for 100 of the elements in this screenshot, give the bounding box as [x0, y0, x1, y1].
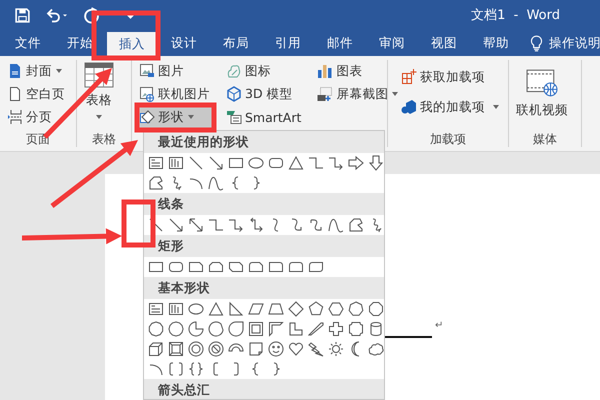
curved-double-arrow-icon[interactable] [308, 217, 324, 233]
undo-icon[interactable] [45, 6, 69, 24]
double-brace-icon[interactable] [188, 361, 204, 377]
elbow-double-arrow-icon[interactable] [248, 217, 264, 233]
ribbon-button[interactable]: 图片 [136, 60, 213, 82]
ribbon-button[interactable]: 联机图片 [136, 83, 213, 105]
ribbon-tab[interactable]: 引用 [263, 30, 313, 56]
rounded-rectangle-icon[interactable] [168, 259, 184, 275]
text-box-icon[interactable] [148, 155, 164, 171]
lightning-icon[interactable] [308, 341, 324, 357]
ribbon-button[interactable]: 分页 [4, 106, 72, 128]
annotation-box [92, 10, 160, 60]
rectangle-icon[interactable] [148, 259, 164, 275]
cloud-icon[interactable] [368, 341, 384, 357]
online-picture-icon [139, 86, 155, 102]
no-symbol-icon[interactable] [208, 341, 224, 357]
section-heading: 矩形 [144, 235, 384, 257]
group-label: 加载项 [429, 131, 467, 147]
arrow-icon[interactable] [168, 217, 184, 233]
text-box-icon[interactable] [148, 301, 164, 317]
right-triangle-icon[interactable] [228, 301, 244, 317]
diagonal-stripe-icon[interactable] [308, 321, 324, 337]
smiley-icon[interactable] [268, 341, 284, 357]
donut-icon[interactable] [188, 341, 204, 357]
lightbulb-icon[interactable] [530, 34, 543, 52]
dodecagon-icon[interactable] [168, 321, 184, 337]
freeform-icon[interactable] [348, 217, 364, 233]
ribbon-tab[interactable]: 文件 [3, 30, 53, 56]
oval-icon[interactable] [248, 155, 264, 171]
rounded-rectangle-icon[interactable] [268, 155, 284, 171]
save-icon[interactable] [14, 6, 31, 24]
shapes-icon [139, 109, 155, 125]
drawn-line [385, 336, 432, 338]
ribbon-button[interactable]: 封面 [4, 60, 72, 82]
section-heading: 箭头总汇 [144, 379, 384, 399]
ribbon-button[interactable]: 图标 [223, 60, 304, 82]
screenshot-icon [317, 86, 334, 102]
one-round-rectangle-icon[interactable] [268, 259, 284, 275]
folded-corner-icon[interactable] [248, 341, 264, 357]
diamond-icon[interactable] [288, 301, 304, 317]
elbow-connector-icon[interactable] [308, 155, 324, 171]
ribbon-button[interactable]: 空白页 [4, 83, 72, 105]
heart-icon[interactable] [288, 341, 304, 357]
group-label: 表格 [91, 131, 117, 147]
teardrop-icon[interactable] [228, 321, 244, 337]
double-bracket-icon[interactable] [168, 361, 184, 377]
sun-icon[interactable] [328, 341, 344, 357]
ribbon-tab[interactable]: 开始 [55, 30, 105, 56]
elbow-arrow-icon[interactable] [228, 217, 244, 233]
vertical-text-box-icon[interactable] [168, 301, 184, 317]
line-icon[interactable] [148, 217, 164, 233]
picture-icon [139, 63, 155, 79]
ribbon-button[interactable]: SmartArt [223, 106, 304, 128]
cover-page-icon [7, 63, 23, 79]
down-arrow-block-icon[interactable] [368, 155, 384, 171]
l-shape-icon[interactable] [288, 321, 304, 337]
double-arrow-icon[interactable] [188, 217, 204, 233]
redo-icon[interactable] [83, 6, 100, 24]
right-arrow-block-icon[interactable] [348, 155, 364, 171]
page-break-icon [7, 109, 23, 125]
ribbon-tab[interactable]: 布局 [211, 30, 261, 56]
oval-icon[interactable] [188, 301, 204, 317]
heptagon-icon[interactable] [348, 301, 364, 317]
ribbon-button[interactable]: 3D 模型 [223, 83, 304, 105]
ribbon-tab[interactable]: 设计 [159, 30, 209, 56]
ribbon-tab[interactable]: 插入 [107, 32, 157, 56]
decagon-icon[interactable] [148, 321, 164, 337]
triangle-icon[interactable] [208, 301, 224, 317]
pie-icon[interactable] [188, 321, 204, 337]
cube-icon[interactable] [148, 341, 164, 357]
hexagon-icon[interactable] [328, 301, 344, 317]
section-heading: 基本形状 [144, 277, 384, 299]
plaque-icon[interactable] [348, 321, 364, 337]
online-video-button[interactable]: 联机视频 [513, 60, 571, 131]
octagon-icon[interactable] [368, 301, 384, 317]
half-frame-icon[interactable] [268, 321, 284, 337]
bevel-icon[interactable] [168, 341, 184, 357]
tell-me-field[interactable]: 操作说明 [549, 34, 600, 52]
frame-icon[interactable] [248, 321, 264, 337]
chord-icon[interactable] [208, 321, 224, 337]
rectangle-icon[interactable] [228, 155, 244, 171]
curve-icon[interactable] [328, 217, 344, 233]
arrow-icon[interactable] [208, 155, 224, 171]
ribbon-tab[interactable]: 邮件 [315, 30, 365, 56]
ribbon-tab[interactable]: 视图 [419, 30, 469, 56]
cross-icon[interactable] [328, 321, 344, 337]
triangle-icon[interactable] [288, 155, 304, 171]
trapezoid-icon[interactable] [268, 301, 284, 317]
elbow-arrow-icon[interactable] [328, 155, 344, 171]
elbow-connector-icon[interactable] [208, 217, 224, 233]
freeform-icon[interactable] [148, 175, 164, 191]
ribbon-tab[interactable]: 审阅 [367, 30, 417, 56]
can-icon[interactable] [368, 321, 384, 337]
line-icon[interactable] [188, 155, 204, 171]
ribbon-tab[interactable]: 帮助 [471, 30, 521, 56]
parallelogram-icon[interactable] [248, 301, 264, 317]
pentagon-icon[interactable] [308, 301, 324, 317]
curve-icon[interactable] [208, 175, 224, 191]
vertical-text-box-icon[interactable] [168, 155, 184, 171]
annotation-box [122, 200, 156, 248]
